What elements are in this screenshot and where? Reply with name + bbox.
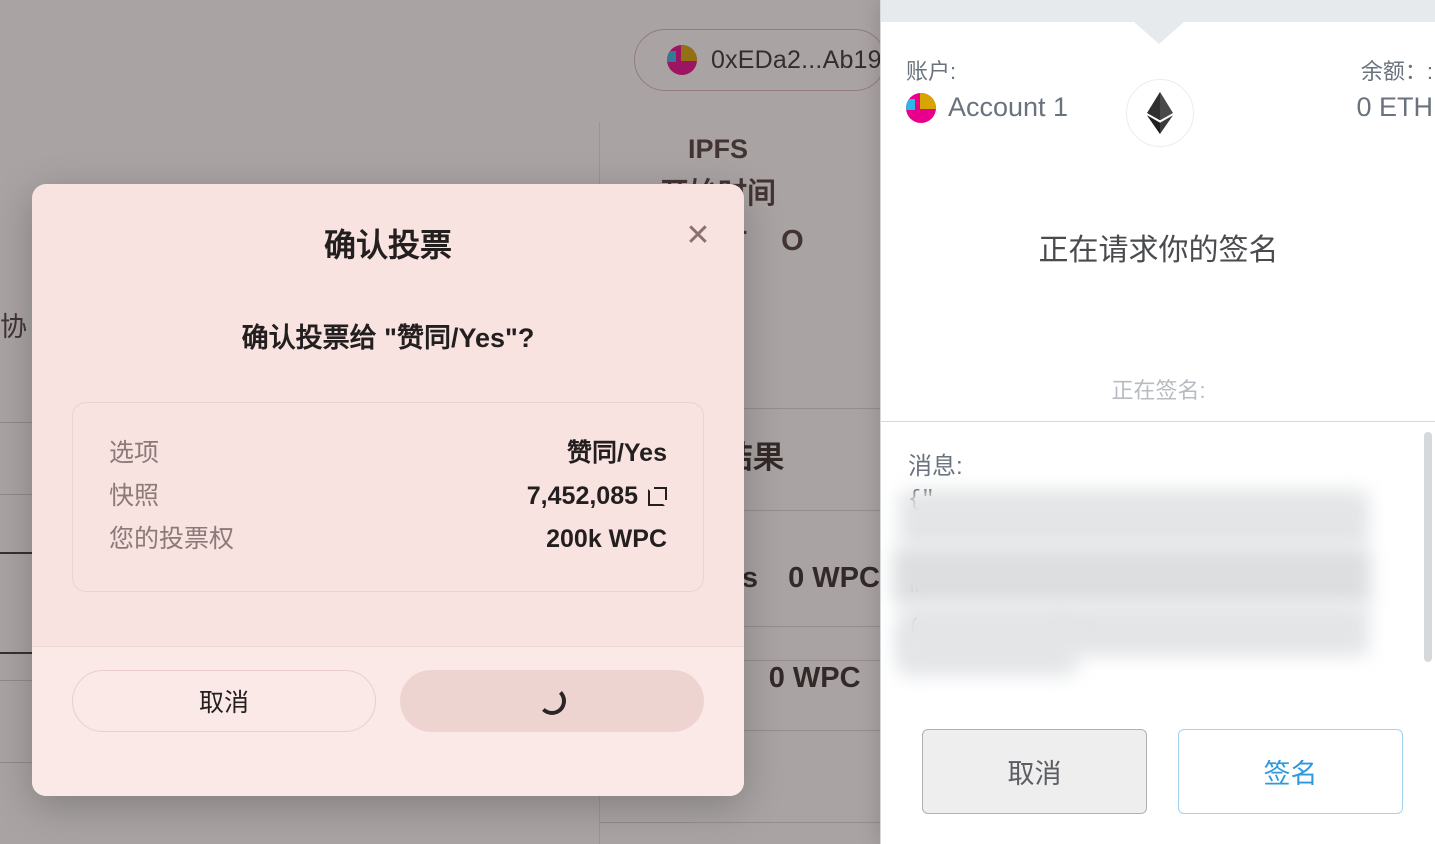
balance-value: 0 ETH: [1356, 92, 1433, 122]
modal-footer: 取消: [32, 647, 744, 796]
detail-value-snapshot: 7,452,085: [526, 482, 638, 510]
metamask-account-header: 账户: Account 1 余额：: 0 ETH: [881, 44, 1435, 156]
redacted-content: [893, 546, 1371, 606]
metamask-cancel-button[interactable]: 取消: [922, 729, 1147, 814]
signature-message-box[interactable]: 消息: {" " (: [881, 421, 1435, 693]
account-row: Account 1: [906, 92, 1068, 123]
account-name: Account 1: [948, 92, 1069, 122]
metamask-sign-button[interactable]: 签名: [1178, 729, 1403, 814]
screen: 0xEDa2...Ab19 协 IPFS 开始时间 结束时 O: [0, 0, 1435, 844]
metamask-account-block: 账户: Account 1: [906, 54, 1068, 123]
account-avatar-icon: [906, 92, 936, 123]
signature-request-title: 正在请求你的签名: [1038, 234, 1279, 267]
modal-question: 确认投票给 "赞同/Yes"?: [241, 323, 535, 353]
detail-row-snapshot: 快照 7,452,085: [109, 476, 667, 512]
detail-value-choice: 赞同/Yes: [566, 439, 667, 467]
message-label: 消息:: [908, 453, 963, 480]
detail-row-voting-power: 您的投票权 200k WPC: [109, 519, 667, 555]
detail-label-choice: 选项: [109, 439, 160, 467]
metamask-notch-arrow: [1133, 22, 1184, 44]
detail-row-choice: 选项 赞同/Yes: [109, 433, 667, 469]
ethereum-icon: [1125, 79, 1194, 147]
external-link-icon[interactable]: [648, 487, 667, 506]
modal-title: 确认投票: [323, 227, 452, 263]
loading-spinner-icon: [538, 687, 566, 715]
detail-label-snapshot: 快照: [109, 482, 160, 510]
redacted-content: [897, 620, 1077, 676]
balance-label: 余额：:: [1360, 59, 1433, 84]
redacted-content: [899, 490, 1369, 546]
message-scrollbar[interactable]: [1424, 432, 1432, 662]
cancel-button[interactable]: 取消: [72, 670, 376, 732]
signing-label: 正在签名:: [1111, 378, 1206, 403]
metamask-balance-block: 余额：: 0 ETH: [1356, 54, 1433, 123]
confirm-button[interactable]: [400, 670, 704, 732]
detail-value-voting-power: 200k WPC: [546, 525, 667, 553]
detail-value-snapshot-wrap[interactable]: 7,452,085: [527, 482, 667, 511]
metamask-notification-panel: 账户: Account 1 余额：: 0 ETH 正在请求你的签名 正在签名: …: [880, 0, 1435, 844]
close-icon[interactable]: ✕: [678, 216, 718, 256]
confirm-vote-modal: 确认投票 ✕ 确认投票给 "赞同/Yes"? 选项 赞同/Yes 快照 7,45…: [32, 184, 744, 796]
detail-label-voting-power: 您的投票权: [109, 525, 235, 553]
vote-detail-card: 选项 赞同/Yes 快照 7,452,085 您的投票权 200k WPC: [72, 402, 704, 592]
metamask-footer: 取消 签名: [881, 691, 1435, 844]
account-label: 账户:: [906, 59, 957, 84]
ethereum-diamond-glyph: [1146, 92, 1173, 134]
metamask-header-bar: [881, 0, 1435, 22]
